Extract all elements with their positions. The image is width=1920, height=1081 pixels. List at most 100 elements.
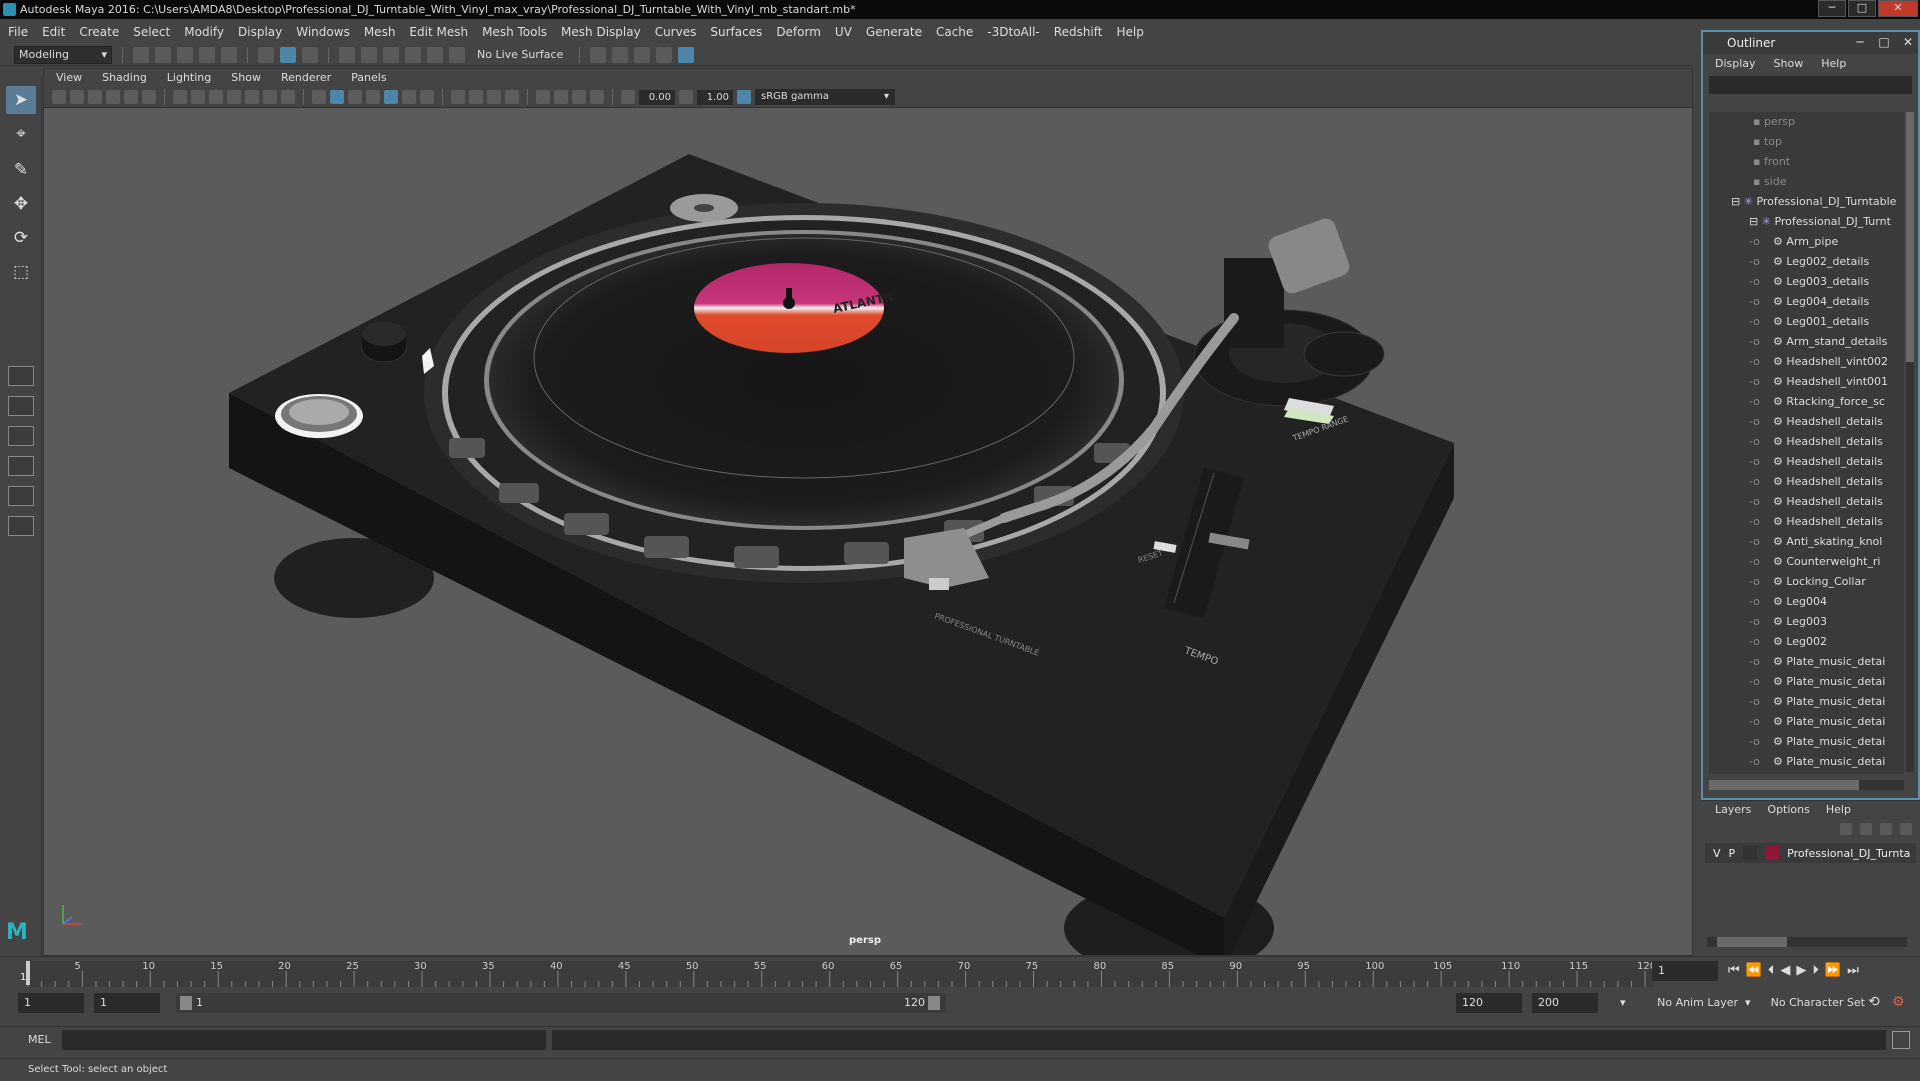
menu-set-dropdown[interactable]: Modeling ▾	[14, 45, 112, 64]
menu-windows[interactable]: Windows	[296, 25, 350, 39]
menu-edit-mesh[interactable]: Edit Mesh	[409, 25, 468, 39]
list-item[interactable]: -o ⚙ Leg004_details	[1709, 292, 1904, 312]
xray-joints-icon[interactable]	[572, 90, 586, 104]
menu-file[interactable]: File	[8, 25, 28, 39]
xray-icon[interactable]	[554, 90, 568, 104]
list-item[interactable]: -o ⚙ Counterweight_ri	[1709, 552, 1904, 572]
animation-start-field[interactable]: 1	[18, 993, 84, 1013]
scale-tool-icon[interactable]: ⬚	[6, 258, 36, 286]
step-forward-icon[interactable]: ⏩	[1825, 963, 1841, 978]
isolate-select-icon[interactable]	[536, 90, 550, 104]
play-backward-icon[interactable]: ◀	[1780, 963, 1790, 978]
snap-curve-icon[interactable]	[361, 46, 377, 63]
snap-view-icon[interactable]	[405, 46, 421, 63]
script-editor-icon[interactable]	[1892, 1031, 1910, 1049]
range-slider-track[interactable]: 1 120	[176, 993, 946, 1013]
default-material-icon[interactable]	[348, 90, 362, 104]
bookmark-icon[interactable]	[88, 90, 102, 104]
resolution-gate-icon[interactable]	[209, 90, 223, 104]
auto-key-icon[interactable]: ⟲	[1868, 994, 1880, 1010]
wireframe-icon[interactable]	[312, 90, 326, 104]
range-end-handle[interactable]	[928, 996, 940, 1010]
exposure-field[interactable]: 0.00	[639, 89, 675, 105]
move-layer-down-icon[interactable]	[1860, 823, 1872, 835]
snap-point-icon[interactable]	[383, 46, 399, 63]
layer-row[interactable]: V P Professional_DJ_Turnta	[1705, 843, 1916, 863]
four-view-layout-icon[interactable]	[8, 396, 34, 416]
menu-mesh-display[interactable]: Mesh Display	[561, 25, 641, 39]
list-item[interactable]: -o ⚙ Headshell_vint002	[1709, 352, 1904, 372]
list-item[interactable]: -o ⚙ Locking_Collar	[1709, 572, 1904, 592]
image-plane-icon[interactable]	[106, 90, 120, 104]
outliner-search-input[interactable]	[1709, 76, 1912, 94]
list-item[interactable]: -o ⚙ Plate_music_detai	[1709, 652, 1904, 672]
list-item[interactable]: ⊟ ✳ Professional_DJ_Turnt	[1709, 212, 1904, 232]
layer-playback-toggle[interactable]: P	[1729, 847, 1736, 860]
command-input[interactable]	[62, 1030, 546, 1050]
list-item[interactable]: ▪ persp	[1709, 112, 1904, 132]
field-chart-icon[interactable]	[245, 90, 259, 104]
step-back-key-icon[interactable]: ⏴	[1768, 963, 1775, 978]
layer-menu-layers[interactable]: Layers	[1715, 801, 1751, 819]
menu-deform[interactable]: Deform	[776, 25, 821, 39]
single-view-layout-icon[interactable]	[8, 366, 34, 386]
list-item[interactable]: -o ⚙ Leg002_details	[1709, 252, 1904, 272]
character-set-dropdown[interactable]: ▾ No Character Set	[1745, 993, 1865, 1013]
minimize-icon[interactable]: ─	[1850, 34, 1870, 50]
go-to-end-icon[interactable]: ⏭	[1847, 963, 1859, 978]
undo-icon[interactable]	[199, 46, 215, 63]
menu-uv[interactable]: UV	[835, 25, 852, 39]
snap-grid-icon[interactable]	[339, 46, 355, 63]
exposure-icon[interactable]	[621, 90, 635, 104]
menu-mesh-tools[interactable]: Mesh Tools	[482, 25, 547, 39]
move-tool-icon[interactable]: ✥	[6, 190, 36, 218]
layer-type-toggle[interactable]	[1743, 846, 1758, 860]
film-gate-icon[interactable]	[191, 90, 205, 104]
list-item[interactable]: -o ⚙ Rtacking_force_sc	[1709, 392, 1904, 412]
list-item[interactable]: -o ⚙ Plate_music_detai	[1709, 672, 1904, 692]
outliner-menu-display[interactable]: Display	[1715, 54, 1756, 74]
menu-3dtoall[interactable]: -3DtoAll-	[987, 25, 1039, 39]
menu-display[interactable]: Display	[238, 25, 282, 39]
scrollbar-thumb[interactable]	[1717, 937, 1787, 947]
vp-menu-view[interactable]: View	[56, 69, 82, 87]
animation-prefs-icon[interactable]: ⚙	[1892, 994, 1905, 1010]
layer-scrollbar[interactable]	[1707, 937, 1907, 947]
playback-end-field[interactable]: 120	[1456, 993, 1522, 1013]
step-back-icon[interactable]: ⏪	[1746, 963, 1762, 978]
persp-outliner-layout-icon[interactable]	[8, 486, 34, 506]
menu-redshift[interactable]: Redshift	[1054, 25, 1103, 39]
list-item[interactable]: ▪ front	[1709, 152, 1904, 172]
list-item[interactable]: ⊟ ✳ Professional_DJ_Turntable	[1709, 192, 1904, 212]
new-scene-icon[interactable]	[133, 46, 149, 63]
scrollbar-thumb[interactable]	[1709, 780, 1859, 790]
viewport-panel[interactable]: View Shading Lighting Show Renderer Pane…	[43, 68, 1693, 956]
list-item[interactable]: -o ⚙ Headshell_details	[1709, 492, 1904, 512]
list-item[interactable]: -o ⚙ Headshell_details	[1709, 412, 1904, 432]
textured-icon[interactable]	[384, 90, 398, 104]
list-item[interactable]: -o ⚙ Leg004	[1709, 592, 1904, 612]
snap-surface-icon[interactable]	[427, 46, 443, 63]
outliner-list[interactable]: ▪ persp ▪ top ▪ front ▪ side ⊟ ✳ Profess…	[1709, 112, 1904, 774]
menu-surfaces[interactable]: Surfaces	[710, 25, 762, 39]
close-icon[interactable]: ✕	[1898, 34, 1918, 50]
list-item[interactable]: ▪ top	[1709, 132, 1904, 152]
collapse-icon[interactable]: ⊟	[1749, 215, 1762, 228]
layer-color-swatch[interactable]	[1765, 846, 1780, 860]
select-tool-icon[interactable]: ➤	[6, 86, 36, 114]
list-item[interactable]: -o ⚙ Headshell_vint001	[1709, 372, 1904, 392]
outliner-menu-show[interactable]: Show	[1774, 54, 1804, 74]
safe-action-icon[interactable]	[263, 90, 277, 104]
vp-menu-lighting[interactable]: Lighting	[167, 69, 211, 87]
vp-menu-shading[interactable]: Shading	[102, 69, 147, 87]
maximize-button[interactable]: □	[1848, 0, 1876, 17]
vp-menu-panels[interactable]: Panels	[351, 69, 386, 87]
use-all-lights-icon[interactable]	[402, 90, 416, 104]
menu-generate[interactable]: Generate	[866, 25, 922, 39]
custom-layout-icon[interactable]	[8, 516, 34, 536]
list-item[interactable]: -o ⚙ Plate_music_detai	[1709, 692, 1904, 712]
list-item[interactable]: -o ⚙ Plate_music_detai	[1709, 712, 1904, 732]
range-start-handle[interactable]	[180, 996, 192, 1010]
play-forward-icon[interactable]: ▶	[1796, 963, 1806, 978]
list-item[interactable]: -o ⚙ Leg002	[1709, 632, 1904, 652]
